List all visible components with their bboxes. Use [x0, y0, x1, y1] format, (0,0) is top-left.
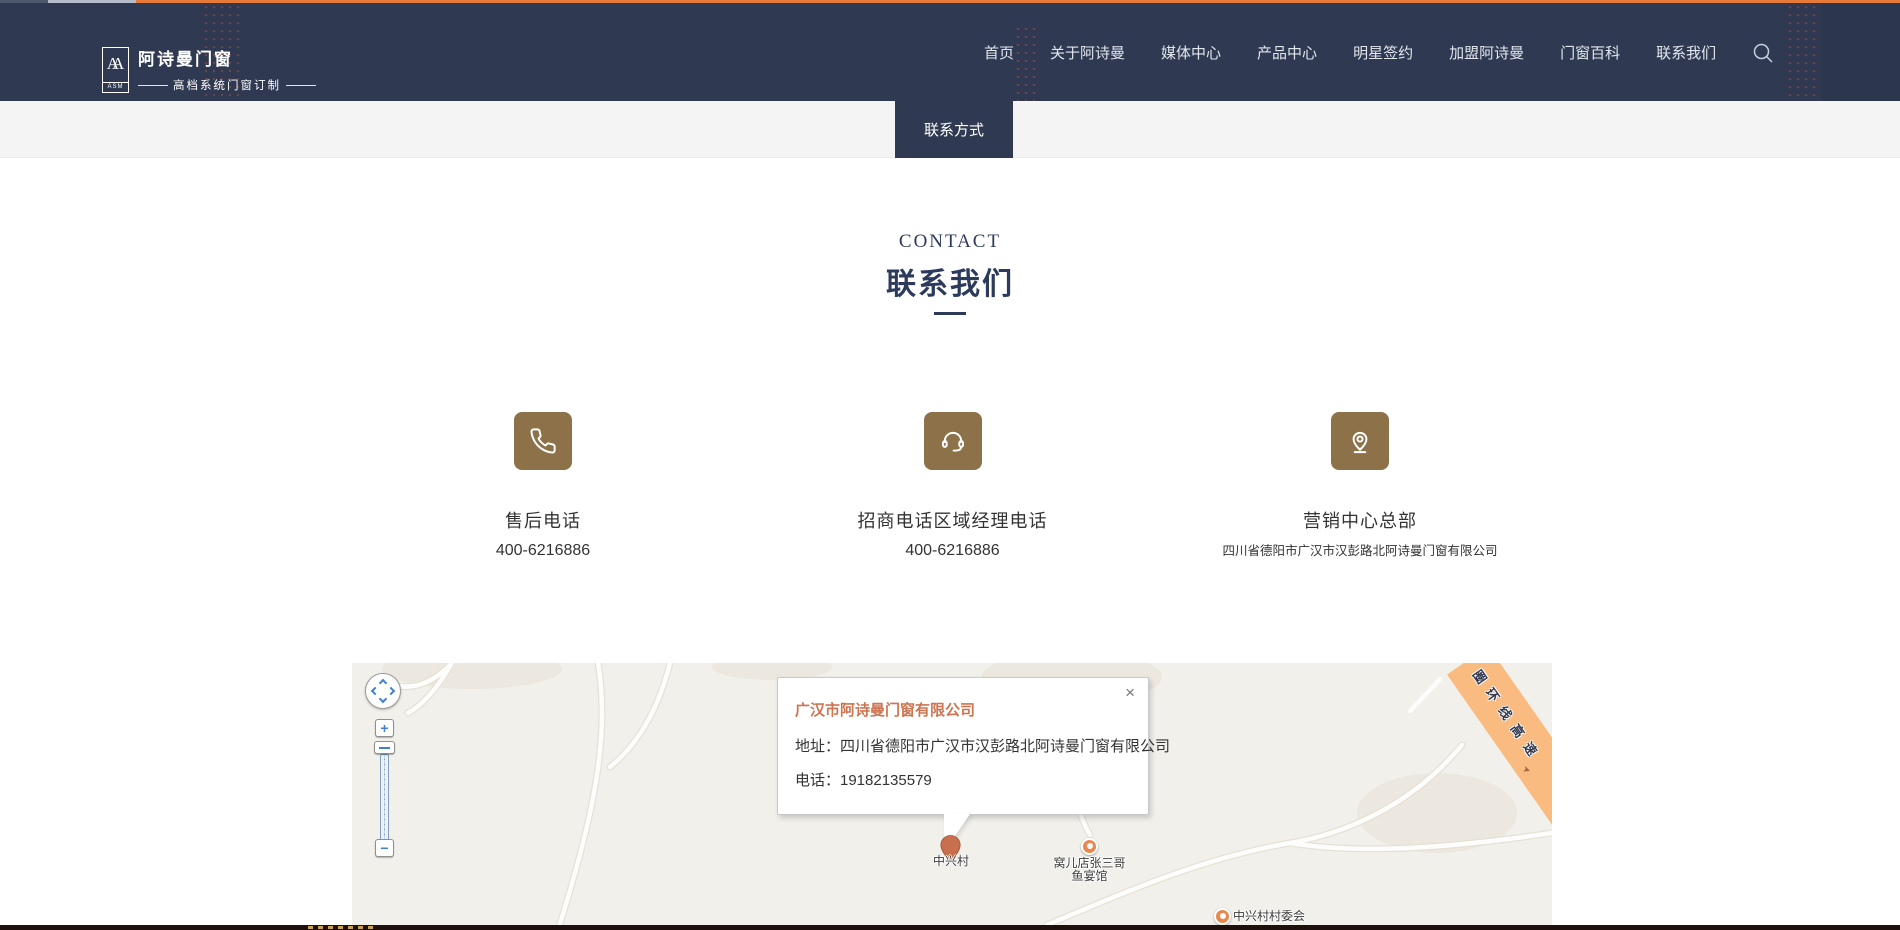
contact-card-headquarters: 营销中心总部 四川省德阳市广汉市汉彭路北阿诗曼门窗有限公司 — [1160, 412, 1560, 559]
submenu-bar: 联系方式 — [0, 101, 1900, 158]
brand-logo[interactable]: AA ASM 阿诗曼门窗 高档系统门窗订制 — [102, 47, 316, 93]
brand-text: 阿诗曼门窗 高档系统门窗订制 — [138, 47, 316, 93]
brand-emblem-sub: ASM — [103, 82, 128, 92]
tagline-dash-right — [286, 85, 316, 86]
section-divider — [934, 312, 966, 315]
header-right-shade — [1822, 3, 1900, 101]
card-phone-number: 400-6216886 — [393, 542, 693, 560]
main-nav: 首页 关于阿诗曼 媒体中心 产品中心 明星签约 加盟阿诗曼 门窗百科 联系我们 — [984, 3, 1716, 101]
header-dot-texture-right — [1786, 3, 1820, 101]
map-canvas[interactable]: 圈环线高速 ➤ ➤ + − 广汉市阿诗曼门窗有限公司 × 地址：四川省德阳市广汉… — [352, 663, 1552, 930]
map-pan-control[interactable] — [365, 673, 401, 709]
section-title: 联系我们 — [0, 259, 1900, 303]
brand-tagline-text: 高档系统门窗订制 — [173, 77, 281, 93]
card-title: 营销中心总部 — [1160, 507, 1560, 533]
brand-tagline: 高档系统门窗订制 — [138, 77, 316, 93]
card-phone-number: 400-6216886 — [795, 542, 1110, 560]
map-zoom-slider-handle[interactable] — [374, 741, 395, 754]
map-zoom-in-button[interactable]: + — [375, 719, 394, 737]
location-icon — [1331, 412, 1389, 470]
brand-emblem: AA ASM — [102, 47, 129, 93]
nav-item-contact[interactable]: 联系我们 — [1656, 42, 1716, 63]
map-zoom-out-button[interactable]: − — [375, 839, 394, 857]
map-label-village: 中兴村 — [912, 855, 990, 868]
map-info-window: 广汉市阿诗曼门窗有限公司 × 地址：四川省德阳市广汉市汉彭路北阿诗曼门窗有限公司… — [777, 677, 1149, 815]
footer-edge — [0, 925, 1900, 930]
nav-item-celebrity[interactable]: 明星签约 — [1353, 42, 1413, 63]
pan-right-icon[interactable] — [387, 687, 395, 695]
card-address: 四川省德阳市广汉市汉彭路北阿诗曼门窗有限公司 — [1160, 540, 1560, 559]
nav-item-product-center[interactable]: 产品中心 — [1257, 42, 1317, 63]
submenu-item-contact-method[interactable]: 联系方式 — [895, 101, 1013, 158]
card-title: 售后电话 — [393, 507, 693, 533]
restaurant-label-line2: 鱼宴馆 — [1042, 870, 1137, 883]
nav-item-media-center[interactable]: 媒体中心 — [1161, 42, 1221, 63]
brand-emblem-letters: AA — [107, 48, 125, 82]
close-icon[interactable]: × — [1125, 684, 1135, 701]
nav-item-join[interactable]: 加盟阿诗曼 — [1449, 42, 1524, 63]
card-title: 招商电话区域经理电话 — [795, 507, 1110, 533]
nav-item-home[interactable]: 首页 — [984, 42, 1014, 63]
nav-item-about[interactable]: 关于阿诗曼 — [1050, 42, 1125, 63]
search-icon[interactable] — [1752, 42, 1774, 64]
pan-down-icon[interactable] — [379, 695, 387, 703]
poi-restaurant-icon[interactable] — [1081, 838, 1098, 855]
headset-icon — [924, 412, 982, 470]
brand-name: 阿诗曼门窗 — [138, 49, 316, 71]
poi-committee-icon[interactable] — [1214, 908, 1231, 925]
info-window-address: 地址：四川省德阳市广汉市汉彭路北阿诗曼门窗有限公司 — [795, 735, 1170, 756]
page: AA ASM 阿诗曼门窗 高档系统门窗订制 首页 关于阿诗曼 媒体中心 产品中心… — [0, 0, 1900, 930]
section-eyebrow: CONTACT — [0, 231, 1900, 253]
footer-dashes — [308, 926, 378, 929]
pan-left-icon[interactable] — [371, 687, 379, 695]
contact-card-franchise: 招商电话区域经理电话 400-6216886 — [795, 412, 1110, 560]
pan-up-icon[interactable] — [379, 679, 387, 687]
info-window-title: 广汉市阿诗曼门窗有限公司 — [795, 699, 975, 720]
map-label-restaurant: 窝儿店张三哥 鱼宴馆 — [1042, 857, 1137, 883]
map-label-committee: 中兴村村委会 — [1233, 910, 1323, 923]
header: AA ASM 阿诗曼门窗 高档系统门窗订制 首页 关于阿诗曼 媒体中心 产品中心… — [0, 3, 1900, 101]
tagline-dash-left — [138, 85, 168, 86]
map-zoom-slider-track[interactable] — [380, 754, 389, 841]
contact-card-after-sales: 售后电话 400-6216886 — [393, 412, 693, 560]
nav-item-encyclopedia[interactable]: 门窗百科 — [1560, 42, 1620, 63]
info-window-phone: 电话：19182135579 — [795, 769, 932, 790]
phone-icon — [514, 412, 572, 470]
